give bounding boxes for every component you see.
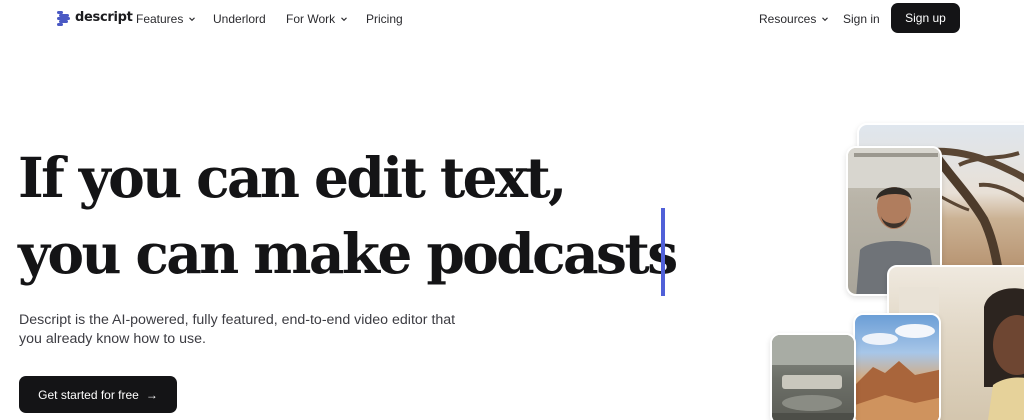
- descript-logo[interactable]: descript: [57, 10, 133, 26]
- chevron-down-icon: [341, 17, 348, 22]
- get-started-label: Get started for free: [38, 387, 139, 402]
- desert-canyon-photo: [853, 313, 941, 420]
- sign-in-link[interactable]: Sign in: [843, 12, 880, 26]
- nav-item-features[interactable]: Features: [136, 12, 196, 26]
- chevron-down-icon: [189, 17, 196, 22]
- nav-item-label: Underlord: [213, 12, 266, 26]
- sign-up-button[interactable]: Sign up: [891, 3, 960, 33]
- chevron-down-icon: [822, 17, 829, 22]
- headline-line-1: If you can edit text,: [18, 145, 567, 210]
- nav-item-underlord[interactable]: Underlord: [213, 12, 266, 26]
- descript-logo-icon: [57, 10, 70, 26]
- nav-item-label: For Work: [286, 12, 336, 26]
- nav-item-label: Resources: [759, 12, 817, 26]
- top-nav: descript Features Underlord For Work Pri…: [0, 0, 1024, 37]
- get-started-button[interactable]: Get started for free →: [19, 376, 177, 413]
- nav-item-pricing[interactable]: Pricing: [366, 12, 403, 26]
- sign-up-label: Sign up: [905, 11, 946, 25]
- canyon-illustration: [855, 324, 939, 420]
- nav-item-resources[interactable]: Resources: [759, 12, 829, 26]
- kitchen-illustration: [772, 335, 854, 420]
- nav-item-label: Pricing: [366, 12, 403, 26]
- hero-headline: If you can edit text, you can make podca…: [18, 140, 678, 292]
- sign-in-label: Sign in: [843, 12, 880, 26]
- nav-item-for-work[interactable]: For Work: [286, 12, 348, 26]
- hero-subtext: Descript is the AI-powered, fully featur…: [19, 312, 456, 347]
- nav-item-label: Features: [136, 12, 184, 26]
- arrow-right-icon: →: [145, 387, 158, 402]
- headline-line-2: you can make podcasts: [18, 221, 678, 286]
- text-cursor-caret: [661, 208, 665, 296]
- kitchen-cooking-photo: [770, 333, 856, 420]
- logo-text: descript: [75, 10, 133, 25]
